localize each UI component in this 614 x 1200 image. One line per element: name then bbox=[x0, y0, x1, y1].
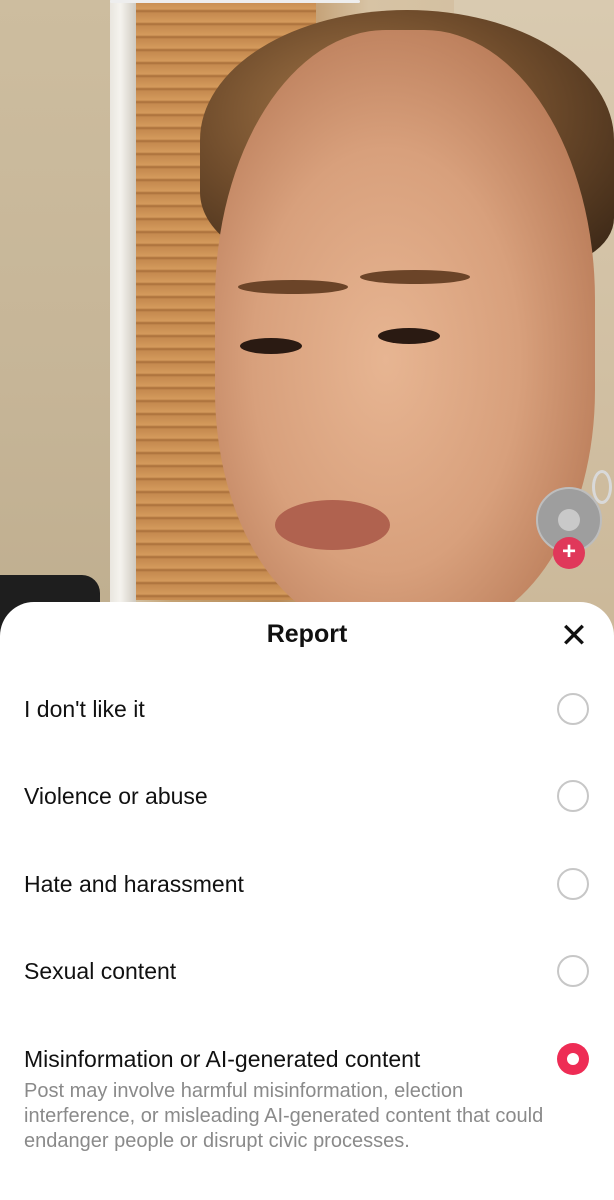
follow-plus-button[interactable]: + bbox=[553, 537, 585, 569]
report-sheet: Report ✕ I don't like it Violence or abu… bbox=[0, 602, 614, 1200]
radio-button[interactable] bbox=[557, 693, 589, 725]
person-brow-left bbox=[238, 280, 348, 294]
radio-button[interactable] bbox=[557, 868, 589, 900]
option-description: Post may involve harmful misinformation,… bbox=[24, 1080, 544, 1152]
top-edge-bar bbox=[110, 0, 360, 3]
report-option-violence[interactable]: Violence or abuse bbox=[0, 767, 614, 827]
person-brow-right bbox=[360, 270, 470, 284]
close-icon: ✕ bbox=[559, 617, 589, 655]
option-label: I don't like it bbox=[24, 696, 145, 722]
radio-button[interactable] bbox=[557, 955, 589, 987]
person-eye-left bbox=[240, 338, 302, 354]
report-option-sexual[interactable]: Sexual content bbox=[0, 942, 614, 1002]
option-label: Violence or abuse bbox=[24, 783, 208, 809]
option-label: Sexual content bbox=[24, 958, 177, 984]
radio-button-selected[interactable] bbox=[557, 1043, 589, 1075]
option-label: Misinformation or AI-generated content bbox=[24, 1046, 421, 1072]
default-avatar-icon bbox=[558, 509, 580, 531]
video-frame[interactable] bbox=[0, 0, 614, 640]
person-lips bbox=[275, 500, 390, 550]
background-wall bbox=[0, 0, 112, 640]
background-pillar bbox=[110, 0, 136, 640]
sheet-title: Report bbox=[266, 620, 348, 648]
option-label: Hate and harassment bbox=[24, 871, 244, 897]
radio-button[interactable] bbox=[557, 780, 589, 812]
report-option-hate[interactable]: Hate and harassment bbox=[0, 855, 614, 915]
person-eye-right bbox=[378, 328, 440, 344]
report-option-dislike[interactable]: I don't like it bbox=[0, 680, 614, 740]
close-button[interactable]: ✕ bbox=[556, 618, 592, 654]
